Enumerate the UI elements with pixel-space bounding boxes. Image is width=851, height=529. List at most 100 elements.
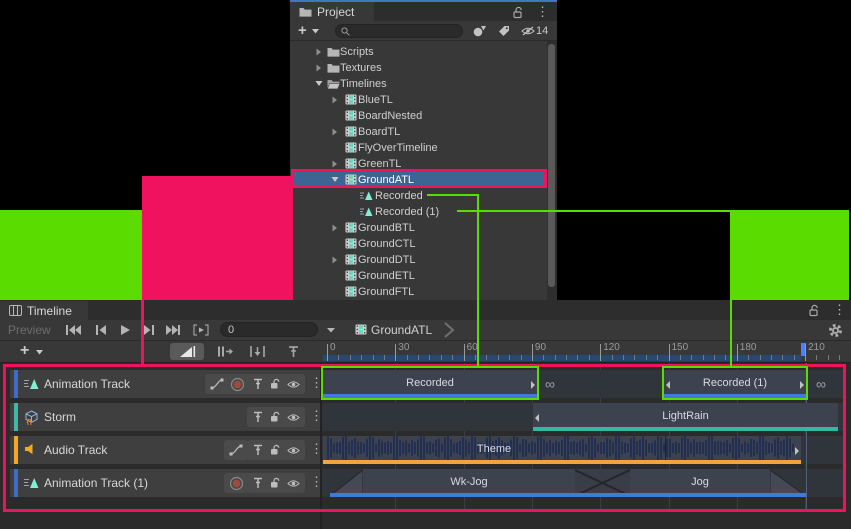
clip-ease-in-ramp[interactable] xyxy=(330,469,363,502)
foldout-closed-icon[interactable] xyxy=(315,64,322,72)
ruler-minor-tick xyxy=(509,355,510,360)
animclip-icon xyxy=(360,206,373,217)
ruler-label: 210 xyxy=(808,342,825,353)
tree-item-bluetl[interactable]: BlueTL xyxy=(290,92,547,108)
clip-label: Recorded (1) xyxy=(664,377,806,389)
tree-item-timelines[interactable]: Timelines xyxy=(290,76,547,92)
tree-item-recorded[interactable]: Recorded xyxy=(290,188,547,204)
project-tree: ScriptsTexturesTimelinesBlueTLBoardNeste… xyxy=(290,0,547,300)
ripple-mode-button[interactable] xyxy=(212,343,238,360)
ruler-label: 180 xyxy=(740,342,757,353)
tree-item-groundctl[interactable]: GroundCTL xyxy=(290,236,547,252)
tree-item-label: GroundATL xyxy=(358,174,414,186)
ruler-minor-tick xyxy=(589,355,590,360)
play-range-button[interactable] xyxy=(190,321,212,339)
tree-item-boardtl[interactable]: BoardTL xyxy=(290,124,547,140)
ruler-minor-tick xyxy=(486,355,487,360)
timeline-menu-kebab[interactable]: ⋮ xyxy=(833,303,846,316)
timeline-icon xyxy=(345,158,357,169)
clip-accent-band xyxy=(330,493,806,497)
frame-field-caret-icon[interactable] xyxy=(327,328,335,333)
project-scrollbar-thumb[interactable] xyxy=(548,44,555,287)
foldout-closed-icon[interactable] xyxy=(331,96,338,104)
clips-area: Recorded∞Recorded (1)∞LightRainThemeWk-J… xyxy=(0,363,851,529)
infinite-clip-icon: ∞ xyxy=(816,370,826,398)
ruler-minor-tick xyxy=(566,355,567,360)
next-frame-button[interactable] xyxy=(138,321,160,339)
tree-item-scripts[interactable]: Scripts xyxy=(290,44,547,60)
preview-toggle[interactable]: Preview xyxy=(8,323,51,337)
clip-ease-out-handle[interactable] xyxy=(800,381,804,389)
ruler-minor-tick xyxy=(828,355,829,360)
time-ruler[interactable]: 0306090120150180210 xyxy=(322,341,851,362)
mix-mode-button[interactable] xyxy=(170,343,204,360)
foldout-closed-icon[interactable] xyxy=(315,48,322,56)
timeline-unlock-icon[interactable] xyxy=(808,304,820,317)
current-frame-field[interactable]: 0 xyxy=(220,322,318,337)
clip-recorded-1-[interactable]: Recorded (1) xyxy=(664,370,806,398)
prev-frame-button[interactable] xyxy=(90,321,112,339)
breadcrumb[interactable]: GroundATL xyxy=(371,323,432,337)
breadcrumb-asset-icon xyxy=(355,324,367,335)
add-track-button[interactable]: + xyxy=(20,342,29,360)
tree-item-recorded-1-[interactable]: Recorded (1) xyxy=(290,204,547,220)
clip-ease-out-ramp[interactable] xyxy=(770,469,806,502)
foldout-open-icon[interactable] xyxy=(315,80,323,87)
clip-crossfade[interactable] xyxy=(575,469,630,502)
clip-recorded[interactable]: Recorded xyxy=(323,370,537,398)
ruler-label: 150 xyxy=(672,342,689,353)
ruler-major-tick xyxy=(669,344,670,361)
foldout-closed-icon[interactable] xyxy=(331,128,338,136)
clip-theme[interactable]: Theme xyxy=(323,436,801,464)
ruler-minor-tick xyxy=(612,355,613,360)
timeline-toolbar: Preview 0 GroundATL xyxy=(0,320,851,341)
ruler-minor-tick xyxy=(839,355,840,360)
add-track-caret-icon[interactable] xyxy=(36,350,43,355)
tree-item-label: Recorded (1) xyxy=(375,206,439,218)
tree-item-textures[interactable]: Textures xyxy=(290,60,547,76)
tree-item-flyovertimeline[interactable]: FlyOverTimeline xyxy=(290,140,547,156)
timeline-settings-gear-icon[interactable] xyxy=(828,323,843,338)
tree-item-groundbtl[interactable]: GroundBTL xyxy=(290,220,547,236)
clip-accent-band xyxy=(323,394,537,398)
foldout-open-icon[interactable] xyxy=(331,176,339,183)
tree-item-groundftl[interactable]: GroundFTL xyxy=(290,284,547,300)
project-scrollbar[interactable] xyxy=(547,41,557,300)
tree-item-label: BoardTL xyxy=(358,126,400,138)
clip-accent-band xyxy=(323,460,801,464)
timeline-icon xyxy=(345,238,357,249)
replace-mode-button[interactable] xyxy=(244,343,270,360)
marker-pin-button[interactable] xyxy=(285,343,301,360)
tree-item-groundetl[interactable]: GroundETL xyxy=(290,268,547,284)
ruler-minor-tick xyxy=(498,355,499,360)
clip-ease-out-handle[interactable] xyxy=(531,381,535,389)
clip-label: LightRain xyxy=(533,410,838,422)
play-button[interactable] xyxy=(114,321,136,339)
highlight-rect-center xyxy=(142,176,293,300)
skip-end-button[interactable] xyxy=(162,321,184,339)
clip-ease-out-handle[interactable] xyxy=(795,447,799,455)
ruler-minor-tick xyxy=(361,355,362,360)
foldout-closed-icon[interactable] xyxy=(331,160,338,168)
timeline-icon xyxy=(345,286,357,297)
foldout-closed-icon[interactable] xyxy=(331,224,338,232)
tree-item-label: Recorded xyxy=(375,190,423,202)
tree-item-boardnested[interactable]: BoardNested xyxy=(290,108,547,124)
skip-start-button[interactable] xyxy=(62,321,84,339)
tree-item-greentl[interactable]: GreenTL xyxy=(290,156,547,172)
folderOpen-icon xyxy=(327,78,340,89)
clip-ease-in-handle[interactable] xyxy=(535,414,539,422)
clip-ease-in-handle[interactable] xyxy=(666,381,670,389)
ruler-minor-tick xyxy=(816,355,817,360)
tab-timeline[interactable]: Timeline xyxy=(0,301,88,320)
tree-item-groundatl[interactable]: GroundATL xyxy=(292,172,547,188)
ruler-major-tick xyxy=(327,344,328,361)
timeline-icon xyxy=(345,142,357,153)
tree-item-grounddtl[interactable]: GroundDTL xyxy=(290,252,547,268)
ruler-minor-tick xyxy=(475,355,476,360)
clip-lightrain[interactable]: LightRain xyxy=(533,403,838,431)
unity-editor: Project ⋮ + 14 ScriptsTexturesTimelinesB… xyxy=(0,0,851,529)
project-panel: Project ⋮ + 14 ScriptsTexturesTimelinesB… xyxy=(290,0,557,300)
foldout-closed-icon[interactable] xyxy=(331,256,338,264)
ruler-major-tick xyxy=(600,344,601,361)
